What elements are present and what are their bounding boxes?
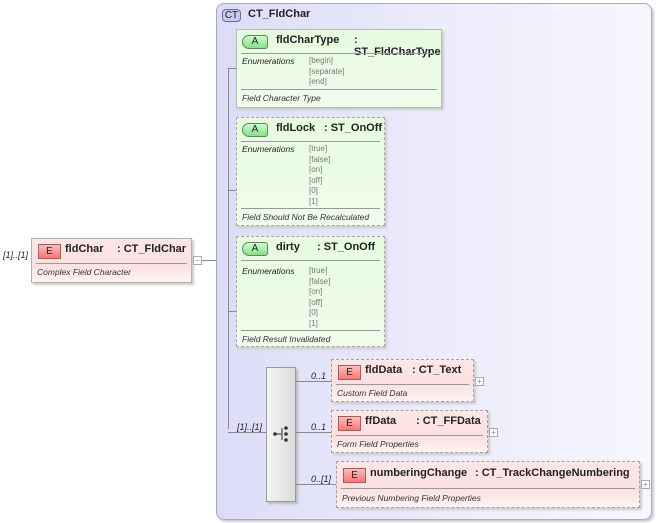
attribute-dirty[interactable]: A dirty : ST_OnOff Enumerations [true] [… — [236, 236, 385, 347]
attribute-fldCharType[interactable]: A fldCharType : ST_FldCharType Enumerati… — [236, 29, 442, 108]
attribute-description: Field Should Not Be Recalculated — [242, 212, 370, 222]
enum-list: [begin] [separate] [end] — [309, 56, 345, 88]
enum-value: [true] — [309, 266, 328, 275]
enum-value: [end] — [309, 77, 327, 87]
child-multiplicity: 0..1 — [311, 371, 327, 381]
element-ffData[interactable]: E ffData : CT_FFData Form Field Properti… — [331, 410, 488, 453]
element-description: Complex Field Character — [37, 267, 132, 277]
complex-type-name: CT_FldChar — [248, 8, 311, 20]
element-type: : CT_Text — [412, 364, 462, 376]
element-description: Form Field Properties — [337, 439, 419, 449]
enum-value: [false] — [309, 154, 331, 164]
enum-value: [1] — [309, 196, 318, 206]
enum-value: [separate] — [309, 66, 345, 76]
element-badge-icon: E — [338, 365, 361, 380]
expand-icon[interactable]: + — [475, 377, 484, 386]
element-description: Previous Numbering Field Properties — [342, 493, 481, 503]
attribute-description: Field Result Invalidated — [242, 334, 331, 344]
element-name: fldData — [365, 364, 403, 376]
attribute-badge-icon: A — [242, 242, 268, 256]
enumerations-label: Enumerations — [242, 266, 295, 276]
element-numberingChange[interactable]: E numberingChange : CT_TrackChangeNumber… — [336, 461, 640, 508]
enum-value: [0] — [309, 186, 318, 196]
attribute-description: Field Character Type — [242, 93, 321, 103]
attribute-type: : ST_OnOff — [324, 122, 383, 134]
enum-value: [0] — [309, 308, 318, 318]
complex-type-badge-icon: CT — [222, 9, 241, 22]
attribute-name: fldCharType — [276, 34, 340, 46]
enum-value: [on] — [309, 287, 323, 297]
enum-value: [on] — [309, 165, 323, 175]
child-multiplicity: 0..1 — [311, 422, 327, 432]
attribute-badge-icon: A — [242, 123, 268, 137]
enum-list: [true] [false] [on] [off] [0] [1] — [309, 144, 330, 208]
sequence-multiplicity: [1]..[1] — [237, 422, 263, 432]
element-badge-icon: E — [38, 244, 61, 259]
enumerations-label: Enumerations — [242, 56, 295, 66]
element-name: fldChar — [65, 243, 104, 255]
attribute-badge-icon: A — [242, 35, 268, 49]
enum-value: [begin] — [309, 56, 334, 65]
expand-icon[interactable]: + — [489, 428, 498, 437]
element-type: : CT_FldChar — [117, 243, 187, 255]
element-fldData[interactable]: E fldData : CT_Text Custom Field Data — [331, 359, 474, 402]
enum-value: [off] — [309, 175, 323, 185]
enum-value: [1] — [309, 318, 318, 328]
enumerations-label: Enumerations — [242, 144, 295, 154]
root-multiplicity: [1]..[1] — [3, 250, 29, 260]
attribute-type: : ST_OnOff — [317, 241, 376, 253]
child-multiplicity: 0..[1] — [311, 474, 332, 484]
enum-value: [false] — [309, 276, 331, 286]
sequence-icon — [273, 426, 288, 442]
element-badge-icon: E — [343, 468, 366, 483]
element-description: Custom Field Data — [337, 388, 408, 398]
attribute-fldLock[interactable]: A fldLock : ST_OnOff Enumerations [true]… — [236, 117, 385, 226]
enum-list: [true] [false] [on] [off] [0] [1] — [309, 266, 330, 330]
attribute-name: dirty — [276, 241, 300, 253]
element-name: ffData — [365, 415, 397, 427]
element-badge-icon: E — [338, 416, 361, 431]
sequence-compositor[interactable] — [266, 367, 296, 502]
element-name: numberingChange — [370, 467, 468, 479]
root-element-fldChar[interactable]: E fldChar : CT_FldChar Complex Field Cha… — [31, 238, 192, 283]
attribute-type: : ST_FldCharType — [354, 34, 441, 58]
enum-value: [true] — [309, 144, 328, 153]
element-type: : CT_FFData — [416, 415, 481, 427]
collapse-icon[interactable]: − — [193, 256, 202, 265]
expand-icon[interactable]: + — [641, 480, 650, 489]
attribute-name: fldLock — [276, 122, 316, 134]
element-type: : CT_TrackChangeNumbering — [475, 467, 630, 479]
enum-value: [off] — [309, 297, 323, 307]
